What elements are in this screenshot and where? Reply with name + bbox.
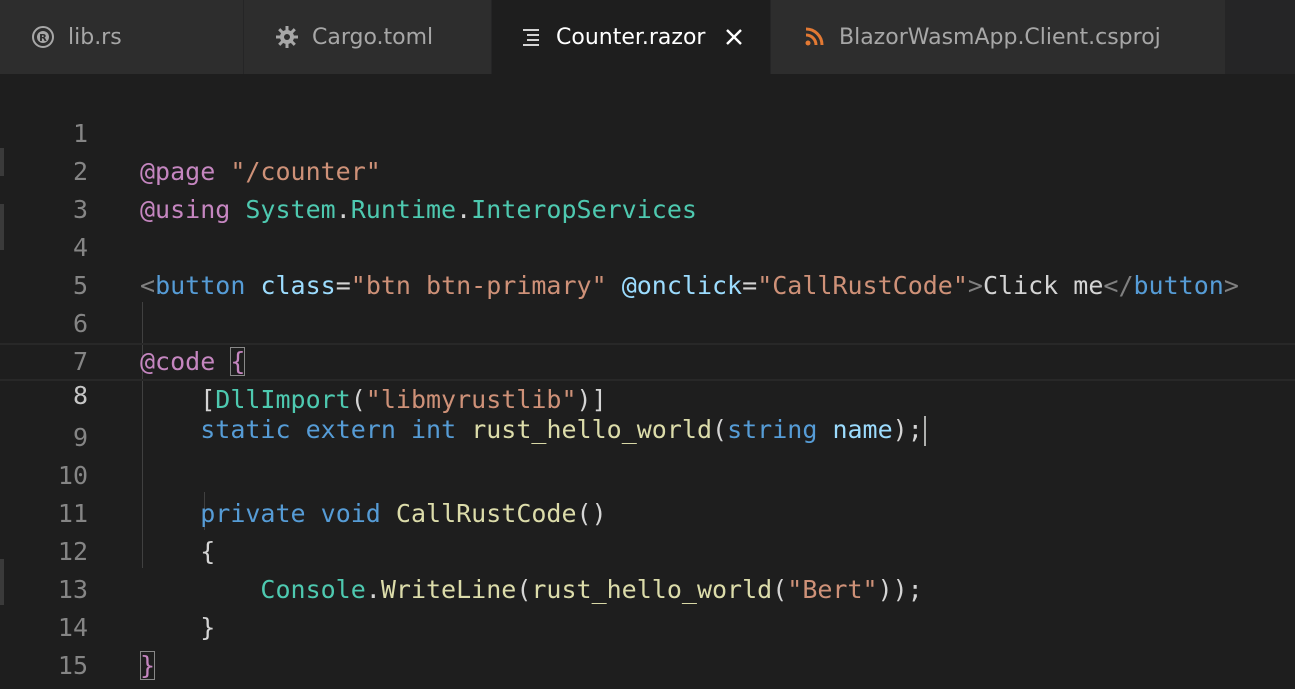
gear-icon <box>274 24 300 50</box>
code-line-5: 5 <box>0 229 1295 300</box>
rust-icon: R <box>30 24 56 50</box>
editor-tab-bar: R lib.rs Cargo.toml Counter.razor Blazor… <box>0 0 1295 74</box>
code-line-11: 11 { <box>0 457 1295 566</box>
code-line-4: 4 <button class="btn btn-primary" @oncli… <box>0 191 1295 300</box>
code-line-10: 10 private void CallRustCode() <box>0 419 1295 528</box>
tab-label: Counter.razor <box>556 24 706 50</box>
tab-cargo-toml[interactable]: Cargo.toml <box>244 0 492 74</box>
code-editor[interactable]: 1 @page "/counter" 2 @using System.Runti… <box>0 74 1295 689</box>
svg-text:R: R <box>39 33 47 44</box>
matched-bracket: } <box>140 651 156 680</box>
code-line-14: 14 } <box>0 571 1295 680</box>
code-line-12: 12 Console.WriteLine(rust_hello_world("B… <box>0 495 1295 604</box>
code-line-6: 6 @code { <box>0 267 1295 376</box>
code-line-8: 8 static extern int rust_hello_world(str… <box>0 343 1295 446</box>
code-line-15: 15 <box>0 609 1295 680</box>
rss-icon <box>801 24 827 50</box>
lines-icon <box>518 24 544 50</box>
code-line-13: 13 } <box>0 533 1295 642</box>
tab-label: BlazorWasmApp.Client.csproj <box>839 24 1161 50</box>
tab-label: Cargo.toml <box>312 24 434 50</box>
code-line-3: 3 <box>0 153 1295 224</box>
line-number: 15 <box>57 651 88 680</box>
tab-csproj[interactable]: BlazorWasmApp.Client.csproj <box>771 0 1226 74</box>
tab-label: lib.rs <box>68 24 122 50</box>
code-line-9: 9 <box>0 381 1295 452</box>
code-line-7: 7 [DllImport("libmyrustlib")] <box>0 305 1295 414</box>
code-line-1: 1 @page "/counter" <box>0 77 1295 186</box>
code-line-2: 2 @using System.Runtime.InteropServices <box>0 115 1295 224</box>
close-icon[interactable] <box>723 26 745 48</box>
tab-counter-razor[interactable]: Counter.razor <box>492 0 771 74</box>
tab-lib-rs[interactable]: R lib.rs <box>0 0 244 74</box>
